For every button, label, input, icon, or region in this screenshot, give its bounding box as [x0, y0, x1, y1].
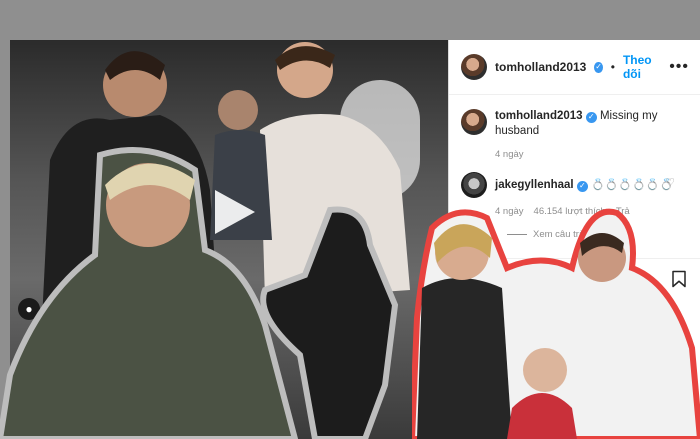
- avatar[interactable]: [461, 54, 487, 80]
- post-header: tomholland2013 ✓ • Theo dõi •••: [449, 40, 700, 95]
- heart-icon[interactable]: ♡: [665, 176, 675, 189]
- cutout-family: [412, 208, 700, 439]
- comment: jakegyllenhaal ✓ 💍💍💍💍💍💍 ♡: [449, 160, 700, 198]
- avatar[interactable]: [461, 172, 487, 198]
- separator-dot: •: [610, 60, 615, 74]
- caption-username[interactable]: tomholland2013: [495, 110, 583, 122]
- verified-badge-icon: ✓: [585, 111, 597, 123]
- follow-button[interactable]: Theo dõi: [623, 53, 661, 81]
- comment-username[interactable]: jakegyllenhaal: [495, 179, 574, 191]
- caption-timestamp[interactable]: 4 ngày: [495, 149, 700, 160]
- cutout-dancer: [260, 206, 399, 439]
- verified-badge-icon: ✓: [594, 61, 603, 73]
- caption: tomholland2013 ✓ Missing my husband: [449, 95, 700, 139]
- more-options-icon[interactable]: •••: [669, 58, 689, 76]
- collage-scene: ● tomholland2013 ✓ • Theo dõi ••• tomhol…: [0, 0, 700, 439]
- post-username[interactable]: tomholland2013: [495, 60, 586, 74]
- comment-text: 💍💍💍💍💍💍: [591, 179, 674, 191]
- verified-badge-icon: ✓: [576, 180, 588, 192]
- avatar[interactable]: [461, 109, 487, 135]
